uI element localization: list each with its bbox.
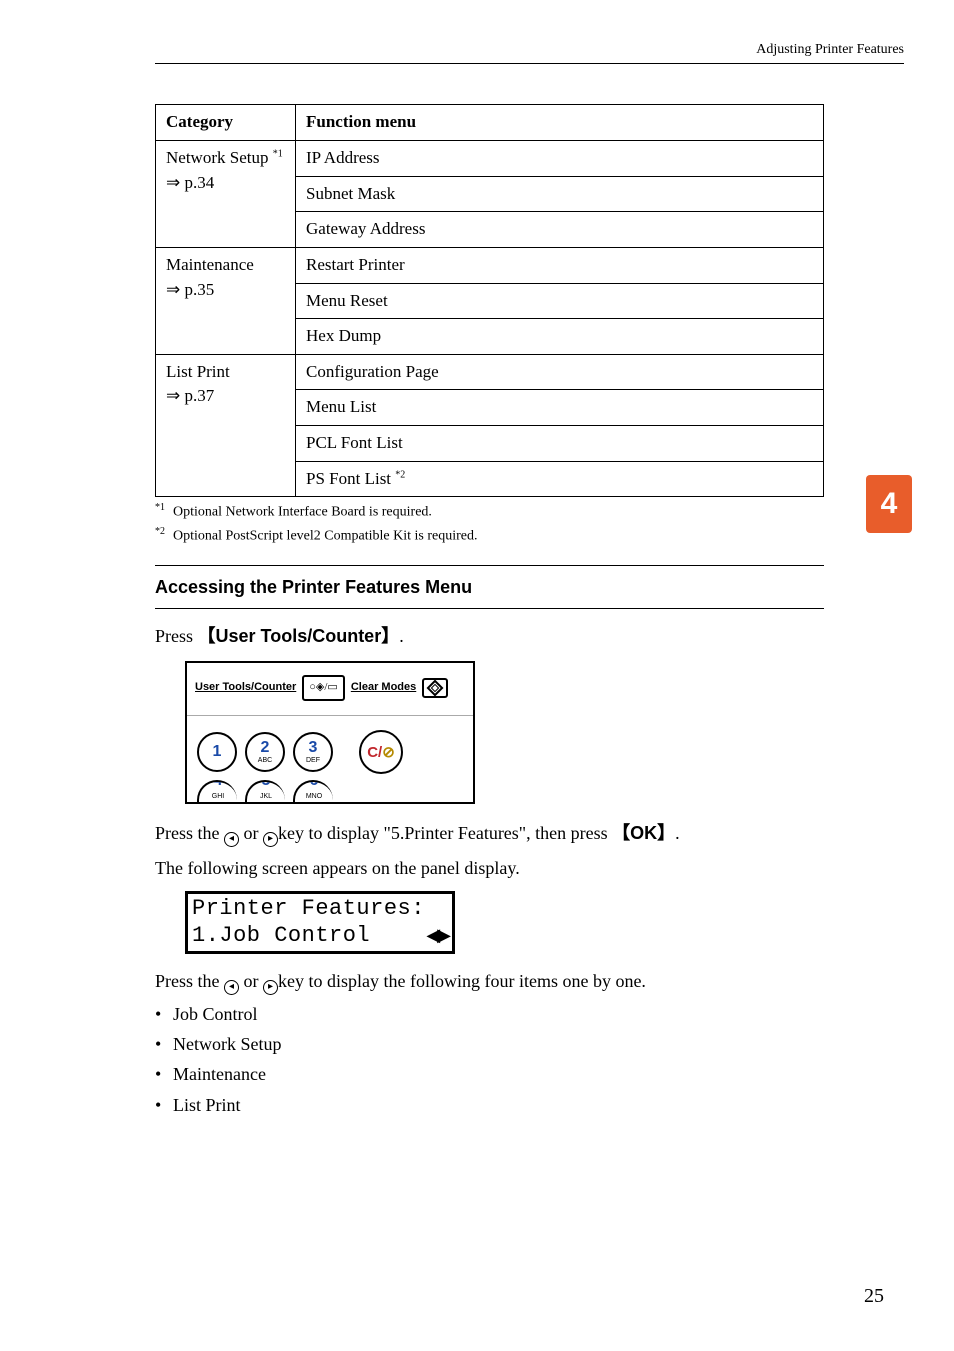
page-number: 25 bbox=[864, 1282, 884, 1311]
panel-cm-button bbox=[422, 678, 448, 698]
footnote-2: *2Optional PostScript level2 Compatible … bbox=[155, 525, 824, 547]
fn-ip: IP Address bbox=[296, 140, 824, 176]
footnote-1: *1Optional Network Interface Board is re… bbox=[155, 501, 824, 523]
key-1: 1 bbox=[197, 732, 237, 772]
cat-maintenance: Maintenance⇒ p.35 bbox=[156, 247, 296, 354]
list-item: Job Control bbox=[155, 1001, 824, 1027]
fn-restart: Restart Printer bbox=[296, 247, 824, 283]
panel-label-cm: Clear Modes bbox=[351, 680, 416, 696]
right-arrow-icon: ▸ bbox=[263, 832, 278, 847]
th-category: Category bbox=[156, 105, 296, 141]
running-header: Adjusting Printer Features bbox=[155, 40, 904, 64]
panel-ut-button: ○◈/▭ bbox=[302, 675, 345, 701]
lcd-line1: Printer Features: bbox=[192, 896, 448, 922]
fn-ps: PS Font List *2 bbox=[296, 461, 824, 497]
cat-list-print: List Print⇒ p.37 bbox=[156, 354, 296, 497]
left-arrow-icon: ◂ bbox=[224, 832, 239, 847]
key-6: 6MNO bbox=[293, 780, 333, 802]
chapter-tab: 4 bbox=[866, 475, 912, 533]
fn-hex: Hex Dump bbox=[296, 319, 824, 355]
fn-gateway: Gateway Address bbox=[296, 212, 824, 248]
fn-menu-list: Menu List bbox=[296, 390, 824, 426]
press-four-items: Press the ◂ or ▸key to display the follo… bbox=[155, 968, 824, 995]
key-4: 4GHI bbox=[197, 780, 237, 802]
list-item: Network Setup bbox=[155, 1031, 824, 1057]
right-arrow-icon: ▸ bbox=[263, 980, 278, 995]
fn-subnet: Subnet Mask bbox=[296, 176, 824, 212]
left-arrow-icon: ◂ bbox=[224, 980, 239, 995]
items-list: Job Control Network Setup Maintenance Li… bbox=[155, 1001, 824, 1117]
press-left-right-ok: Press the ◂ or ▸key to display "5.Printe… bbox=[155, 820, 824, 847]
lcd-display: Printer Features: 1.Job Control◀▶ bbox=[185, 891, 455, 954]
key-5: 5JKL bbox=[245, 780, 285, 802]
press-user-tools: Press 【User Tools/Counter】. bbox=[155, 623, 824, 649]
fn-menu-reset: Menu Reset bbox=[296, 283, 824, 319]
th-function: Function menu bbox=[296, 105, 824, 141]
fn-pcl: PCL Font List bbox=[296, 426, 824, 462]
list-item: List Print bbox=[155, 1092, 824, 1118]
list-item: Maintenance bbox=[155, 1061, 824, 1087]
panel-label-ut: User Tools/Counter bbox=[195, 680, 296, 696]
following-screen-text: The following screen appears on the pane… bbox=[155, 855, 824, 881]
section-title: Accessing the Printer Features Menu bbox=[155, 565, 824, 609]
fn-config-page: Configuration Page bbox=[296, 354, 824, 390]
cat-network: Network Setup *1⇒ p.34 bbox=[156, 140, 296, 247]
lcd-arrows-icon: ◀▶ bbox=[426, 925, 448, 947]
control-panel-illustration: User Tools/Counter ○◈/▭ Clear Modes 1 2A… bbox=[185, 661, 475, 804]
key-clear-stop: C/⊘ bbox=[359, 730, 403, 774]
key-2: 2ABC bbox=[245, 732, 285, 772]
features-table: Category Function menu Network Setup *1⇒… bbox=[155, 104, 824, 497]
lcd-line2: 1.Job Control◀▶ bbox=[192, 923, 448, 949]
key-3: 3DEF bbox=[293, 732, 333, 772]
